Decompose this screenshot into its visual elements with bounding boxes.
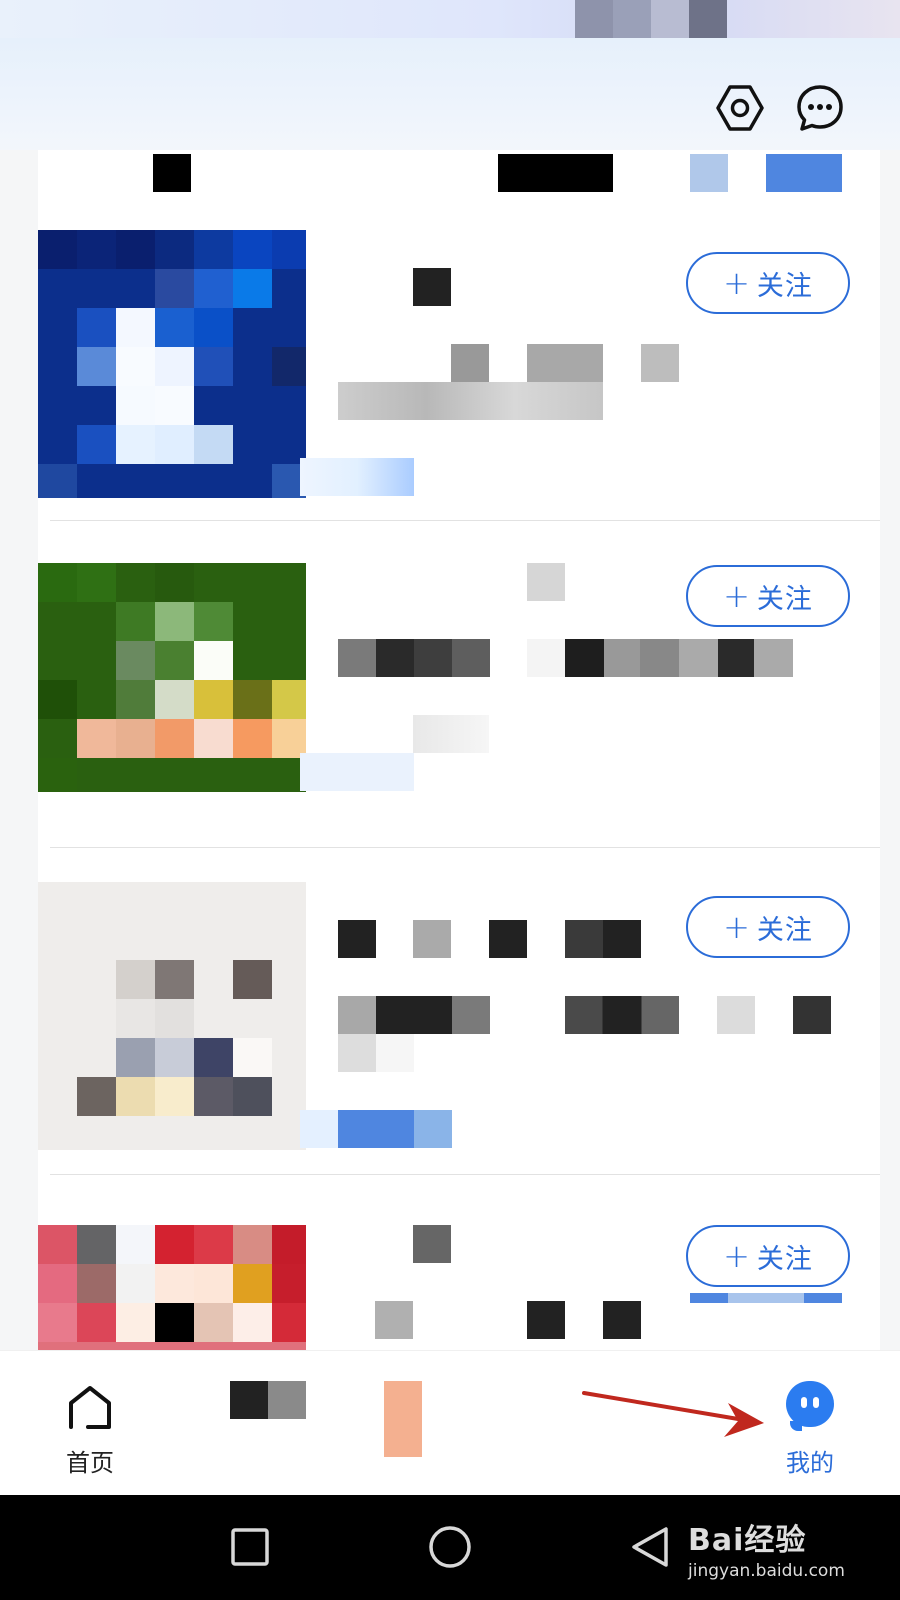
feed-list: + 关注 + 关注 + 关注 + 关注 [38, 150, 880, 1350]
follow-button[interactable]: + 关注 [686, 896, 850, 958]
pixel-block [575, 0, 613, 38]
watermark-brand: Bai经验 [688, 1523, 807, 1558]
pixel-block [641, 344, 679, 382]
home-icon [69, 1386, 111, 1429]
pixel-block [651, 0, 689, 38]
pixel-block [498, 154, 613, 192]
settings-hex-icon [716, 85, 764, 131]
follow-label: 关注 [756, 914, 813, 946]
page-header [0, 38, 900, 160]
pixel-block [451, 344, 489, 382]
pixel-block [413, 268, 451, 306]
recents-button[interactable] [220, 1517, 280, 1577]
pixel-block [338, 639, 490, 677]
square-recents-icon [231, 1528, 269, 1566]
follow-label: 关注 [756, 270, 813, 302]
divider [50, 520, 880, 521]
pixel-block [527, 639, 565, 677]
plus-icon: + [723, 264, 751, 302]
back-button[interactable] [620, 1517, 680, 1577]
feed-card[interactable]: + 关注 [38, 1225, 880, 1350]
pixel-block [766, 154, 842, 192]
card-thumbnail [38, 230, 306, 498]
pixel-block [153, 154, 191, 192]
circle-home-icon [429, 1526, 471, 1568]
bottom-tab-bar: 首页 我的 [0, 1350, 900, 1495]
divider [50, 1174, 880, 1175]
tab-mine-label: 我的 [786, 1449, 834, 1477]
card-thumbnail [38, 563, 306, 792]
pixel-block [338, 1034, 414, 1072]
pixel-block [527, 563, 565, 601]
plus-icon: + [723, 908, 751, 946]
pixel-block [300, 753, 414, 791]
pixel-block [338, 382, 603, 420]
pixel-block [300, 1110, 452, 1148]
feed-card[interactable]: + 关注 [38, 882, 880, 1150]
pixel-block [375, 1301, 413, 1339]
watermark: Bai经验 jingyan.baidu.com [688, 1515, 845, 1581]
follow-label: 关注 [756, 1243, 813, 1275]
card-thumbnail [38, 1225, 306, 1350]
tab-home[interactable]: 首页 [40, 1377, 140, 1477]
triangle-back-icon [632, 1527, 668, 1567]
message-dots-icon [797, 85, 843, 131]
follow-button[interactable]: + 关注 [686, 252, 850, 314]
annotation-arrow-icon [582, 1391, 764, 1437]
pixel-block [603, 1301, 641, 1339]
pixel-block [230, 1381, 268, 1419]
pixel-block [413, 715, 489, 753]
pixel-block [527, 1301, 565, 1339]
settings-button[interactable] [714, 82, 766, 134]
watermark-url: jingyan.baidu.com [688, 1561, 845, 1581]
follow-label: 关注 [756, 583, 813, 615]
feed-card[interactable]: + 关注 [38, 230, 880, 498]
pixel-block [690, 154, 728, 192]
status-bar-area [0, 0, 900, 38]
message-button[interactable] [794, 82, 846, 134]
pixel-block [268, 1381, 306, 1419]
pixel-block [717, 996, 755, 1034]
pixel-block [689, 0, 727, 38]
pixel-block [565, 920, 641, 958]
pixel-block [690, 1293, 842, 1303]
pixel-block [300, 458, 414, 496]
pixel-block [793, 996, 831, 1034]
plus-icon: + [723, 577, 751, 615]
card-thumbnail [38, 882, 306, 1150]
home-system-button[interactable] [420, 1517, 480, 1577]
feed-card[interactable]: + 关注 [38, 563, 880, 803]
pixel-block [384, 1381, 422, 1457]
plus-icon: + [723, 1237, 751, 1275]
divider [50, 847, 880, 848]
pixel-block [338, 996, 490, 1034]
mine-icon [786, 1381, 834, 1431]
tab-home-label: 首页 [66, 1449, 114, 1477]
pixel-block [527, 344, 603, 382]
pixel-block [565, 996, 679, 1034]
pixel-block [338, 920, 376, 958]
follow-button[interactable]: + 关注 [686, 565, 850, 627]
pixel-block [413, 920, 451, 958]
pixel-block [413, 1225, 451, 1263]
follow-button[interactable]: + 关注 [686, 1225, 850, 1287]
feed-area: + 关注 + 关注 + 关注 + 关注 [0, 150, 900, 1350]
tab-mine[interactable]: 我的 [760, 1377, 860, 1477]
pixel-block [565, 639, 793, 677]
system-nav-bar: Bai经验 jingyan.baidu.com [0, 1495, 900, 1600]
pixel-block [489, 920, 527, 958]
pixel-block [613, 0, 651, 38]
